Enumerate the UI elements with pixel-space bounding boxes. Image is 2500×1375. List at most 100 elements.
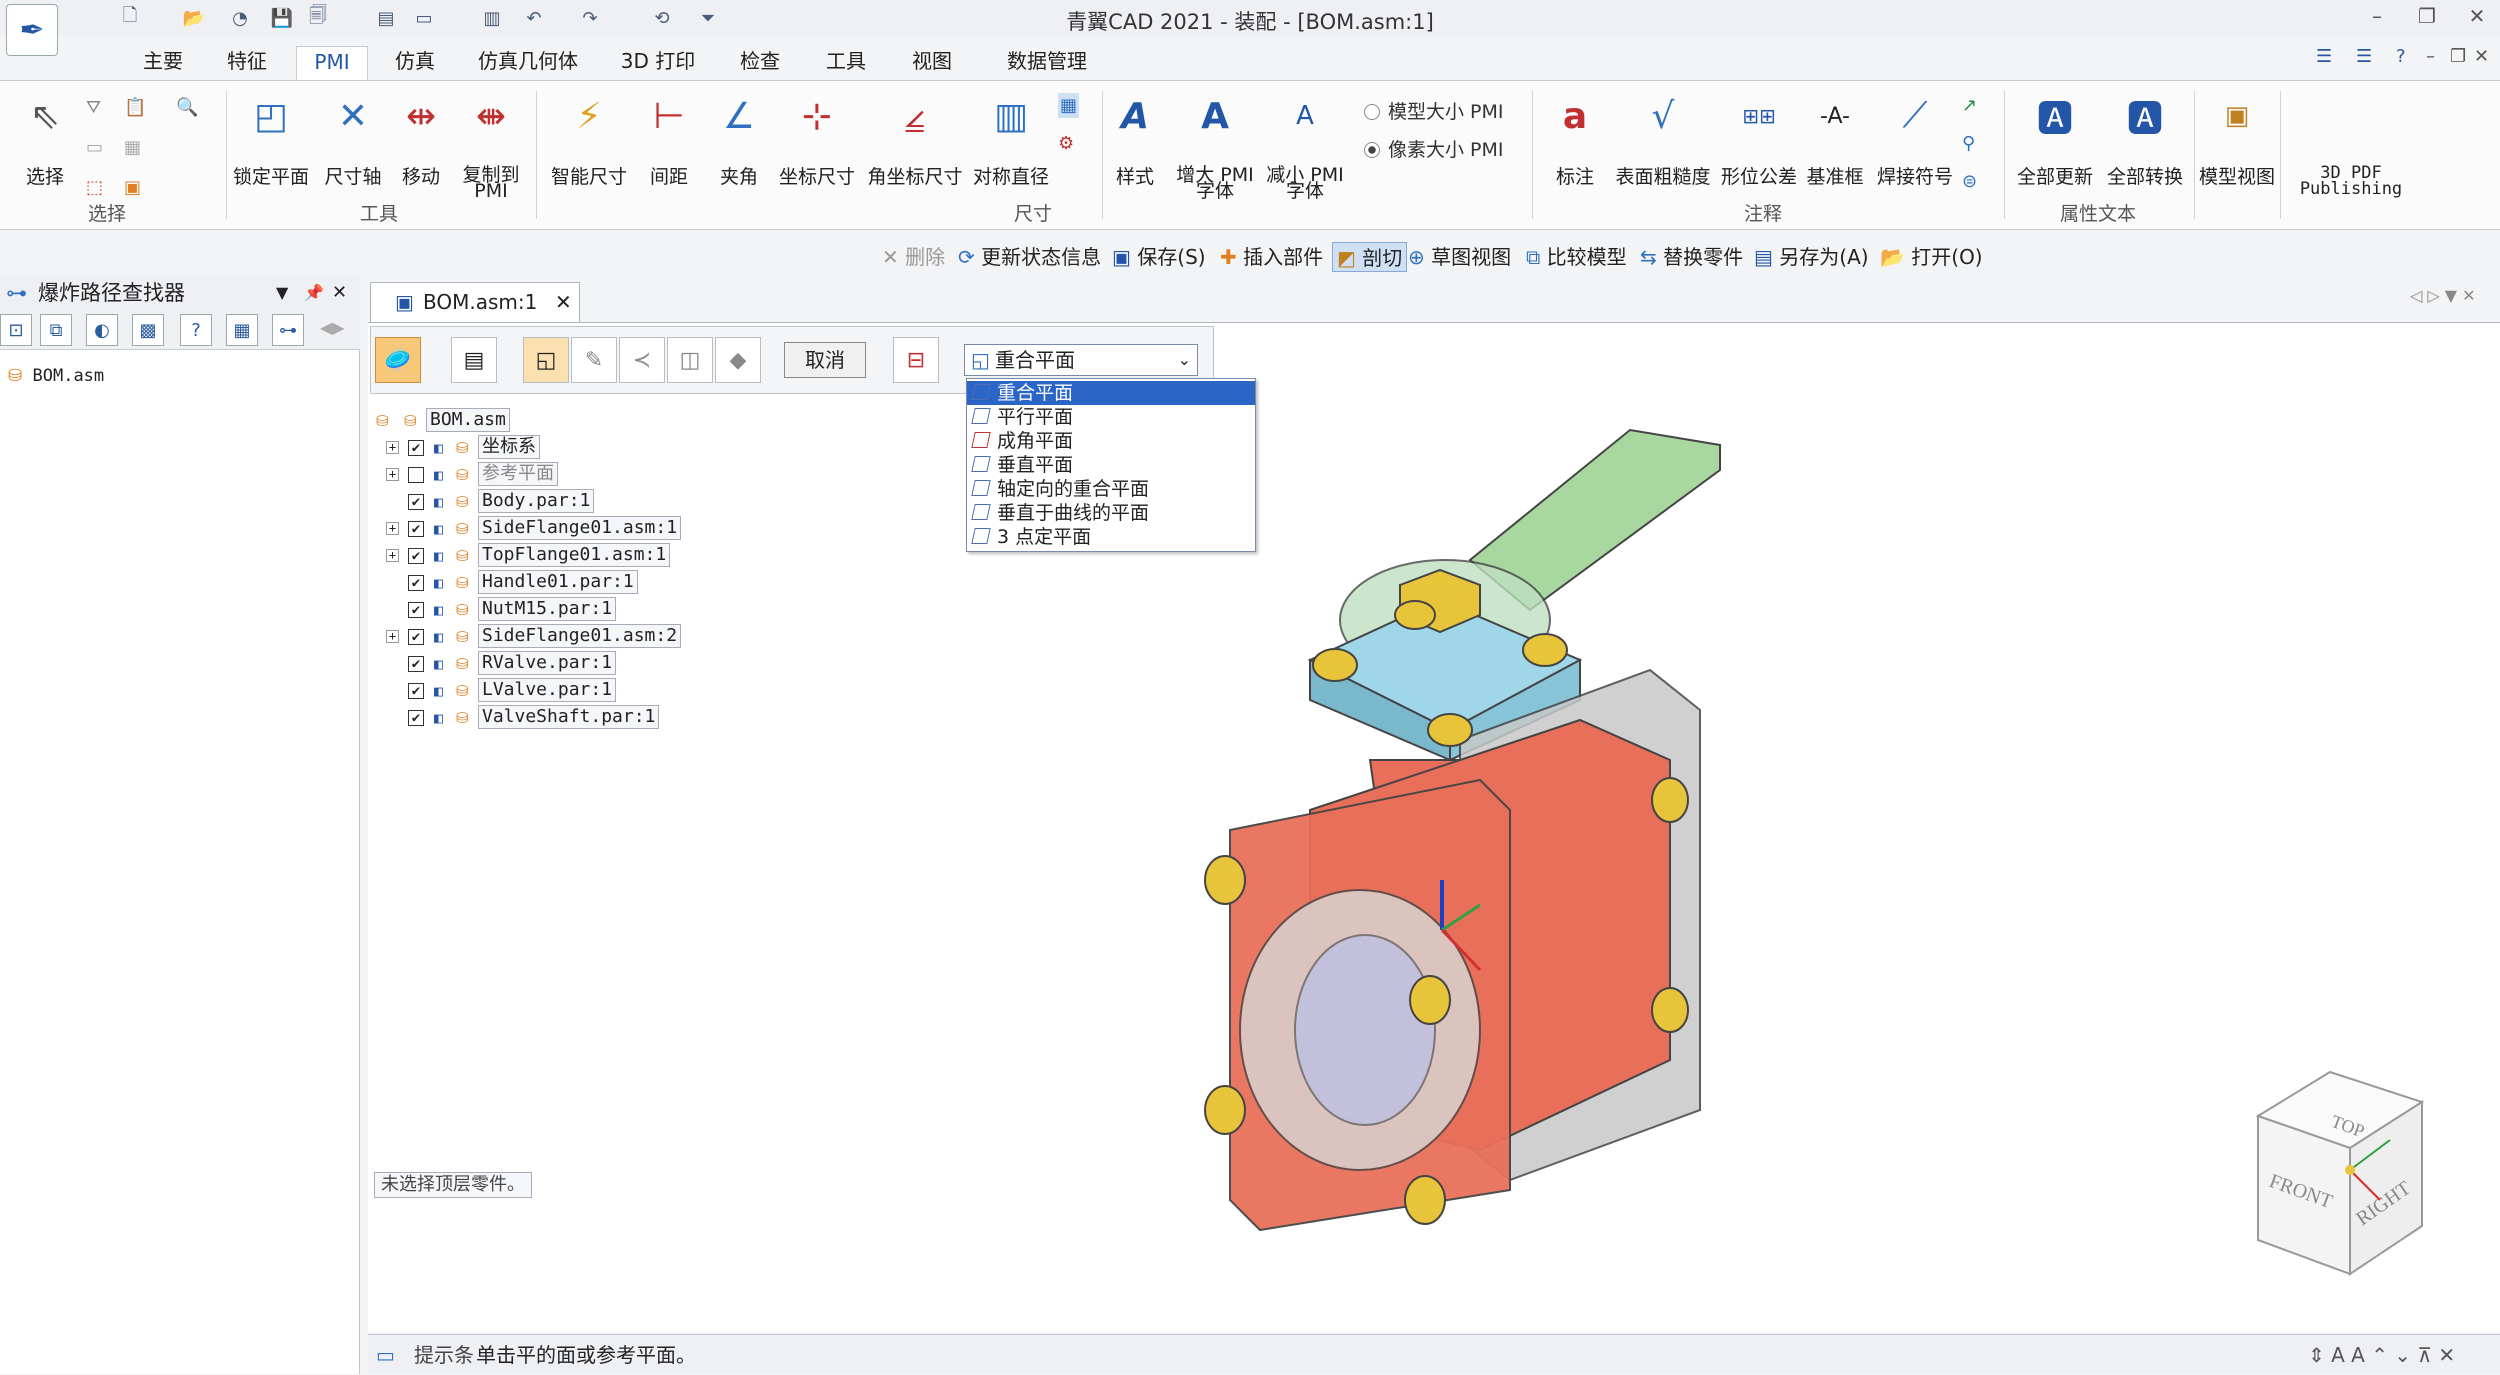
tool-grid-icon[interactable]: ▦ xyxy=(226,314,258,346)
visibility-checkbox[interactable]: ✔ xyxy=(408,521,424,537)
tab-simulation[interactable]: 仿真 xyxy=(380,46,450,80)
tool-path-icon[interactable]: ⊶ xyxy=(272,314,304,346)
weld-symbol-button[interactable]: ⟋ 焊接符号 xyxy=(1877,91,1953,187)
valve-model[interactable] xyxy=(1180,410,1740,1240)
scroll-arrows-icon[interactable]: ◀▶ xyxy=(320,318,345,337)
doc-minimize-button[interactable]: – xyxy=(2426,46,2435,67)
balloon-icon[interactable]: ⚲ xyxy=(1962,133,1975,154)
find-icon[interactable]: 🔍 xyxy=(176,97,198,118)
tab-view[interactable]: 视图 xyxy=(900,46,964,80)
dimension-axis-button[interactable]: ✕ 尺寸轴 xyxy=(318,91,388,188)
sketch-view-button[interactable]: ⊕ 草图视图 xyxy=(1408,242,1511,272)
expand-icon[interactable]: + xyxy=(386,522,399,535)
grid-toggle-icon[interactable]: ▦ xyxy=(1058,93,1080,118)
update-all-button[interactable]: 🅰 全部更新 xyxy=(2017,91,2093,187)
save-command-button[interactable]: ▣ 保存(S) xyxy=(1112,242,1206,272)
pick-icon[interactable]: ⬚ xyxy=(86,177,103,198)
expand-icon[interactable]: + xyxy=(386,468,399,481)
replace-part-button[interactable]: ⇆ 替换零件 xyxy=(1640,242,1743,272)
assembly-icon[interactable]: ▣ xyxy=(124,177,141,198)
option-coincident-plane[interactable]: 重合平面 xyxy=(967,381,1255,405)
compare-model-button[interactable]: ⧉ 比较模型 xyxy=(1526,242,1627,272)
section-step-icon[interactable]: 🥏 xyxy=(375,337,421,383)
smart-dimension-button[interactable]: ⚡ 智能尺寸 xyxy=(551,91,627,188)
tool-display-icon[interactable]: ◐ xyxy=(86,314,118,346)
tab-nav-icon[interactable]: ◁ ▷ ▼ ✕ xyxy=(2410,286,2476,305)
tab-home[interactable]: 主要 xyxy=(128,46,198,80)
plane-step-icon[interactable]: ◱ xyxy=(523,337,569,383)
visibility-checkbox[interactable]: ✔ xyxy=(408,683,424,699)
chevron-down-icon[interactable]: ⌄ xyxy=(1178,345,1191,375)
visibility-checkbox[interactable]: ✔ xyxy=(408,629,424,645)
save-as-button[interactable]: ▤ 另存为(A) xyxy=(1754,242,1869,272)
cancel-button[interactable]: 取消 xyxy=(784,342,866,378)
view-cube[interactable]: TOP FRONT RIGHT xyxy=(2250,1066,2430,1278)
visibility-checkbox[interactable]: ✔ xyxy=(408,548,424,564)
angular-coordinate-button[interactable]: ⦤ 角坐标尺寸 xyxy=(868,91,963,187)
panel-close-icon[interactable]: ✕ xyxy=(332,276,347,310)
minimize-button[interactable]: – xyxy=(2360,4,2394,32)
clipboard-icon[interactable]: 📋 xyxy=(124,97,146,118)
symbol-icon[interactable]: ⊜ xyxy=(1962,171,1977,192)
3d-pdf-publishing-button[interactable]: 3D PDF Publishing xyxy=(2296,165,2406,198)
geometric-tolerance-button[interactable]: ⊞⊞ 形位公差 xyxy=(1721,91,1797,187)
tab-pmi[interactable]: PMI xyxy=(296,46,368,80)
extent-step-icon[interactable]: ◫ xyxy=(667,337,713,383)
expand-icon[interactable]: + xyxy=(386,441,399,454)
document-close-icon[interactable]: ✕ xyxy=(555,283,572,321)
visibility-checkbox[interactable]: ✔ xyxy=(408,494,424,510)
distance-button[interactable]: ⊢ 间距 xyxy=(634,91,704,188)
increase-font-button[interactable]: A 增大 PMI 字体 xyxy=(1176,91,1254,201)
leader-icon[interactable]: ↗ xyxy=(1962,95,1977,116)
group2-icon[interactable]: ▦ xyxy=(124,137,141,158)
annotation-button[interactable]: a 标注 xyxy=(1540,91,1610,188)
visibility-checkbox[interactable]: ✔ xyxy=(408,602,424,618)
select-button[interactable]: ⇖ 选择 xyxy=(10,91,80,188)
pin-icon[interactable]: 📌 xyxy=(304,276,324,310)
section-button[interactable]: ◩ 剖切 xyxy=(1332,242,1408,272)
ribbon-option-icon[interactable]: ☰ xyxy=(2316,46,2332,67)
options-icon[interactable]: ▤ xyxy=(451,337,497,383)
tool-assembly-icon[interactable]: ⧉ xyxy=(40,314,72,346)
tool-color-icon[interactable]: ▩ xyxy=(132,314,164,346)
restore-button[interactable]: ❐ xyxy=(2410,4,2444,32)
coordinate-dimension-button[interactable]: ⊹ 坐标尺寸 xyxy=(779,91,855,188)
plane-select-icon[interactable]: ⊟ xyxy=(893,337,939,383)
expand-icon[interactable]: + xyxy=(386,630,399,643)
insert-component-button[interactable]: ✚ 插入部件 xyxy=(1220,242,1323,272)
datum-frame-button[interactable]: -A- 基准框 xyxy=(1800,91,1870,188)
lock-plane-button[interactable]: ◰ 锁定平面 xyxy=(233,91,309,188)
status-tools-icon[interactable]: ⇕ A A ⌃ ⌄ ⊼ ✕ xyxy=(2308,1335,2455,1375)
tab-sim-geometry[interactable]: 仿真几何体 xyxy=(468,46,588,80)
delete-button[interactable]: ✕ 删除 xyxy=(882,242,945,272)
visibility-checkbox[interactable]: ✔ xyxy=(408,656,424,672)
direction-step-icon[interactable]: ≺ xyxy=(619,337,665,383)
panel-menu-icon[interactable]: ▼ xyxy=(276,276,288,310)
style-button[interactable]: A 样式 xyxy=(1100,91,1170,188)
model-size-pmi-radio[interactable]: 模型大小 PMI xyxy=(1364,97,1504,124)
visibility-checkbox[interactable]: ✔ xyxy=(408,440,424,456)
move-button[interactable]: ⇹ 移动 xyxy=(386,91,456,188)
visibility-checkbox[interactable] xyxy=(408,467,424,483)
close-button[interactable]: ✕ xyxy=(2460,4,2494,32)
finish-step-icon[interactable]: ◆ xyxy=(715,337,761,383)
tab-data-management[interactable]: 数据管理 xyxy=(992,46,1102,80)
plane-type-select[interactable]: ◱ 重合平面 ⌄ xyxy=(964,344,1198,376)
visibility-checkbox[interactable]: ✔ xyxy=(408,575,424,591)
doc-close-button[interactable]: ✕ xyxy=(2474,46,2489,67)
tab-features[interactable]: 特征 xyxy=(212,46,282,80)
tab-tools[interactable]: 工具 xyxy=(814,46,878,80)
update-status-button[interactable]: ⟳ 更新状态信息 xyxy=(958,242,1101,272)
filter-icon[interactable]: ⛛ xyxy=(86,97,101,118)
expand-icon[interactable]: + xyxy=(386,549,399,562)
convert-all-button[interactable]: 🅰 全部转换 xyxy=(2107,91,2183,187)
decrease-font-button[interactable]: A 减小 PMI 字体 xyxy=(1266,91,1344,201)
visibility-checkbox[interactable]: ✔ xyxy=(408,710,424,726)
pixel-size-pmi-radio[interactable]: 像素大小 PMI xyxy=(1364,135,1504,162)
symmetric-diameter-button[interactable]: ▥ 对称直径 xyxy=(973,91,1049,188)
angle-button[interactable]: ∠ 夹角 xyxy=(704,91,774,188)
model-view-button[interactable]: ▣ 模型视图 xyxy=(2199,91,2275,187)
group-icon[interactable]: ▭ xyxy=(86,137,103,158)
tab-3d-print[interactable]: 3D 打印 xyxy=(608,46,708,80)
help-icon[interactable]: ? xyxy=(2396,46,2406,67)
